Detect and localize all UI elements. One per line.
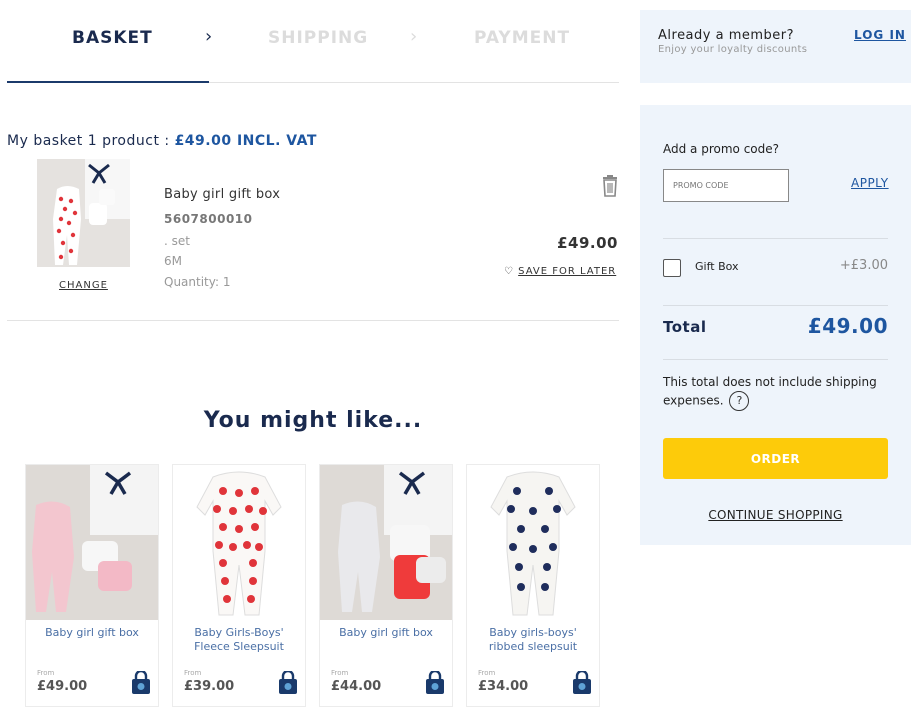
step-payment: PAYMENT <box>474 28 571 48</box>
divider <box>663 359 888 360</box>
product-image[interactable] <box>173 465 305 620</box>
gift-box-price: +£3.00 <box>839 258 888 273</box>
active-step-indicator <box>7 81 209 83</box>
item-quantity: Quantity: 1 <box>164 275 231 289</box>
from-label: From <box>184 669 202 677</box>
gift-box-checkbox[interactable] <box>663 259 681 277</box>
chevron-right-icon: › <box>205 26 213 47</box>
continue-shopping-link[interactable]: CONTINUE SHOPPING <box>640 508 911 522</box>
trash-icon[interactable] <box>600 175 620 197</box>
total-value: £49.00 <box>807 314 888 338</box>
total-label: Total <box>663 318 707 336</box>
member-login-panel: Already a member? Enjoy your loyalty dis… <box>640 10 911 83</box>
member-question: Already a member? <box>658 28 795 43</box>
product-card[interactable]: Baby girls-boys' ribbed sleepsuit From £… <box>466 464 600 707</box>
chevron-right-icon: › <box>410 26 418 47</box>
item-name[interactable]: Baby girl gift box <box>164 187 280 202</box>
apply-promo-button[interactable]: APPLY <box>851 176 889 190</box>
item-reference: 5607800010 <box>164 212 253 226</box>
checkout-steps: BASKET › SHIPPING › PAYMENT <box>7 0 619 83</box>
recommendations-title: You might like... <box>203 408 423 433</box>
basket-title-prefix: My basket 1 product : <box>7 133 175 149</box>
product-price: £44.00 <box>331 679 382 694</box>
save-for-later-label: SAVE FOR LATER <box>518 266 617 277</box>
shipping-note: This total does not include shipping exp… <box>663 373 888 411</box>
basket-title: My basket 1 product : £49.00 INCL. VAT <box>7 133 317 149</box>
product-image[interactable] <box>467 465 599 620</box>
order-summary: Add a promo code? APPLY Gift Box +£3.00 … <box>640 105 911 545</box>
from-label: From <box>478 669 496 677</box>
product-name[interactable]: Baby Girls-Boys' Fleece Sleepsuit <box>177 626 301 654</box>
product-card[interactable]: Baby Girls-Boys' Fleece Sleepsuit From £… <box>172 464 306 707</box>
heart-outline-icon: ♡ <box>504 266 514 277</box>
product-image[interactable] <box>320 465 452 620</box>
help-circle-icon[interactable]: ? <box>729 391 750 411</box>
order-button[interactable]: ORDER <box>663 438 888 479</box>
product-price: £34.00 <box>478 679 529 694</box>
change-item-link[interactable]: CHANGE <box>59 280 108 291</box>
gift-box-label: Gift Box <box>695 260 739 273</box>
divider <box>663 238 888 239</box>
product-image[interactable] <box>37 159 130 267</box>
step-shipping: SHIPPING <box>268 28 369 48</box>
member-subtitle: Enjoy your loyalty discounts <box>658 44 808 55</box>
product-card[interactable]: Baby girl gift box From £44.00 <box>319 464 453 707</box>
item-size: 6M <box>164 254 182 268</box>
promo-code-input[interactable] <box>663 169 789 202</box>
item-set: . set <box>164 234 190 248</box>
shopping-bag-icon[interactable] <box>571 669 593 695</box>
product-image[interactable] <box>26 465 158 620</box>
shopping-bag-icon[interactable] <box>130 669 152 695</box>
product-price: £39.00 <box>184 679 235 694</box>
from-label: From <box>331 669 349 677</box>
promo-label: Add a promo code? <box>663 142 779 156</box>
login-link[interactable]: LOG IN <box>854 28 906 42</box>
basket-title-total: £49.00 INCL. VAT <box>174 133 317 149</box>
item-price: £49.00 <box>557 234 618 252</box>
divider <box>7 320 619 321</box>
product-price: £49.00 <box>37 679 88 694</box>
product-name[interactable]: Baby girls-boys' ribbed sleepsuit <box>471 626 595 654</box>
product-name[interactable]: Baby girl gift box <box>30 626 154 640</box>
product-name[interactable]: Baby girl gift box <box>324 626 448 640</box>
divider <box>663 305 888 306</box>
from-label: From <box>37 669 55 677</box>
shopping-bag-icon[interactable] <box>277 669 299 695</box>
shipping-note-text: This total does not include shipping exp… <box>663 375 877 408</box>
shopping-bag-icon[interactable] <box>424 669 446 695</box>
save-for-later-link[interactable]: ♡ SAVE FOR LATER <box>504 266 616 277</box>
product-card[interactable]: Baby girl gift box From £49.00 <box>25 464 159 707</box>
step-basket[interactable]: BASKET <box>72 28 153 48</box>
